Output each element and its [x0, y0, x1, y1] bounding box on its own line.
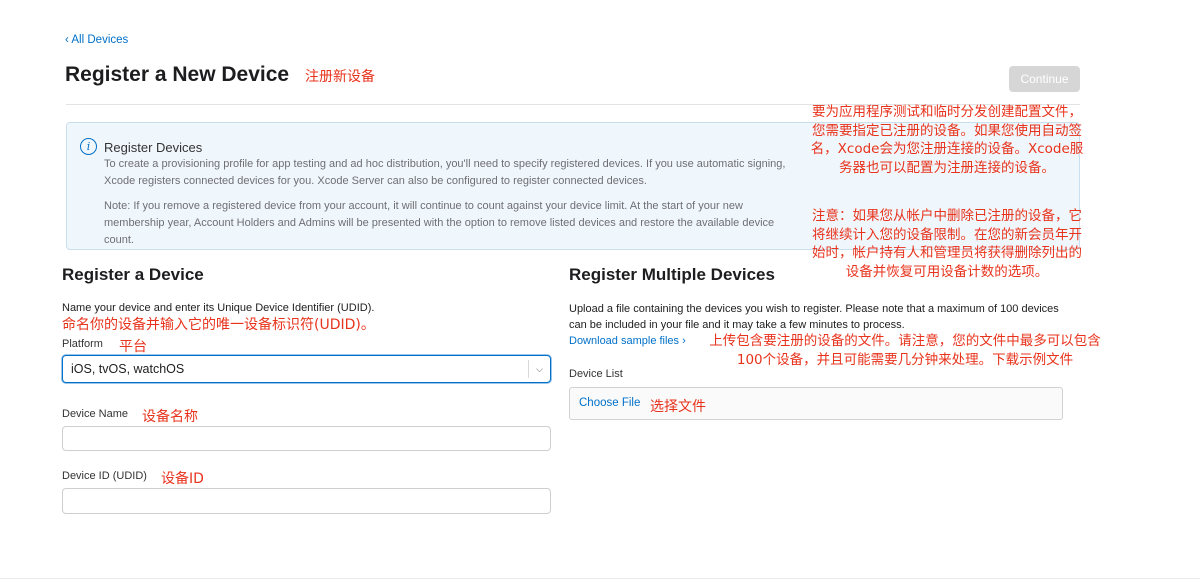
register-device-description-annotation: 命名你的设备并输入它的唯一设备标识符(UDID)。: [62, 317, 375, 333]
register-multiple-description: Upload a file containing the devices you…: [569, 303, 1059, 331]
info-title: Register Devices: [104, 140, 203, 155]
info-annotation-1: 要为应用程序测试和临时分发创建配置文件，您需要指定已注册的设备。如果您使用自动签…: [810, 104, 1084, 176]
device-id-label: Device ID (UDID): [62, 470, 147, 482]
info-icon: i: [80, 138, 97, 155]
device-name-label: Device Name: [62, 408, 129, 420]
device-list-label: Device List: [569, 368, 623, 380]
info-paragraph-1: To create a provisioning profile for app…: [104, 158, 786, 187]
platform-selected-value: iOS, tvOS, watchOS: [71, 362, 185, 376]
continue-button[interactable]: Continue: [1009, 66, 1080, 92]
chevron-down-icon: ⌵: [528, 360, 550, 378]
device-name-input[interactable]: [62, 426, 551, 451]
device-id-input[interactable]: [62, 488, 551, 514]
footer-divider: [0, 578, 1200, 579]
download-sample-files-link[interactable]: Download sample files ›: [569, 335, 686, 347]
all-devices-link[interactable]: ‹ All Devices: [65, 34, 128, 46]
register-device-title: Register a Device: [62, 265, 204, 284]
platform-label: Platform: [62, 338, 103, 350]
platform-annotation: 平台: [119, 339, 147, 355]
device-id-annotation: 设备ID: [161, 471, 204, 487]
info-annotation-2: 注意：如果您从帐户中删除已注册的设备，它将继续计入您的设备限制。在您的新会员年开…: [812, 208, 1082, 280]
device-name-annotation: 设备名称: [142, 409, 198, 425]
platform-select[interactable]: iOS, tvOS, watchOS ⌵: [62, 355, 551, 383]
page-title: Register a New Device: [65, 63, 290, 86]
choose-file-annotation: 选择文件: [650, 399, 706, 415]
title-annotation: 注册新设备: [305, 69, 375, 85]
register-multiple-title: Register Multiple Devices: [569, 265, 775, 284]
register-multiple-annotation: 上传包含要注册的设备的文件。请注意，您的文件中最多可以包含100个设备，并且可能…: [709, 333, 1101, 368]
device-list-file-field[interactable]: [569, 387, 1063, 420]
info-paragraph-2: Note: If you remove a registered device …: [104, 200, 775, 246]
choose-file-button[interactable]: Choose File: [579, 397, 640, 409]
